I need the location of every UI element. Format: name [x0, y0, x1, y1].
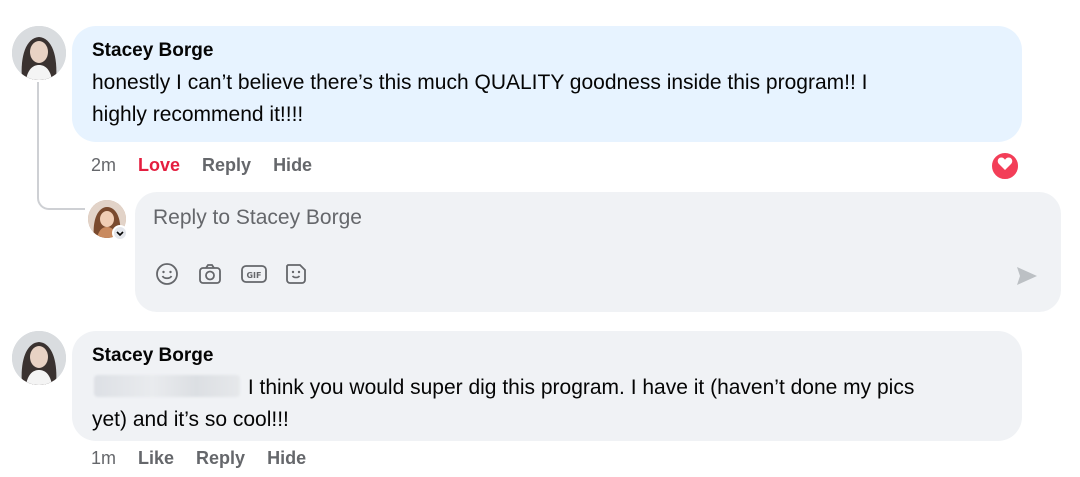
love-button[interactable]: Love — [138, 155, 180, 176]
reaction-badge[interactable] — [990, 151, 1020, 181]
svg-text:GIF: GIF — [246, 271, 261, 280]
comment-text: honestly I can’t believe there’s this mu… — [92, 67, 1002, 131]
composer-toolbar: GIF — [155, 262, 308, 286]
hide-button[interactable]: Hide — [273, 155, 312, 176]
comment-bubble: Stacey Borge I think you would super dig… — [72, 331, 1022, 441]
comment-actions: 2m Love Reply Hide — [91, 155, 312, 176]
timestamp[interactable]: 1m — [91, 448, 116, 469]
sticker-icon[interactable] — [284, 262, 308, 286]
redacted-mention — [94, 375, 240, 397]
avatar[interactable] — [12, 331, 66, 385]
comment-author[interactable]: Stacey Borge — [92, 39, 1002, 63]
reply-button[interactable]: Reply — [196, 448, 245, 469]
comment-text-span: I think you would super dig this program… — [247, 376, 915, 399]
heart-icon — [997, 156, 1013, 176]
comment-text-line: I think you would super dig this program… — [92, 372, 1002, 404]
timestamp[interactable]: 2m — [91, 155, 116, 176]
gif-icon[interactable]: GIF — [241, 262, 267, 286]
comment-text: I think you would super dig this program… — [92, 372, 1002, 436]
camera-icon[interactable] — [198, 262, 222, 286]
comment-text-line: honestly I can’t believe there’s this mu… — [92, 71, 868, 94]
chevron-down-icon[interactable] — [112, 225, 128, 241]
comment-bubble: Stacey Borge honestly I can’t believe th… — [72, 26, 1022, 142]
send-icon[interactable] — [1015, 264, 1039, 288]
like-button[interactable]: Like — [138, 448, 174, 469]
comment-author[interactable]: Stacey Borge — [92, 344, 1002, 368]
comment-text-line: highly recommend it!!!! — [92, 103, 304, 126]
comment-actions: 1m Like Reply Hide — [91, 448, 306, 469]
avatar[interactable] — [12, 26, 66, 80]
hide-button[interactable]: Hide — [267, 448, 306, 469]
reply-input[interactable]: Reply to Stacey Borge — [153, 206, 362, 230]
reply-input-box[interactable]: Reply to Stacey Borge GIF — [135, 192, 1061, 312]
reply-button[interactable]: Reply — [202, 155, 251, 176]
comment-text-line: yet) and it’s so cool!!! — [92, 408, 289, 431]
emoji-icon[interactable] — [155, 262, 179, 286]
